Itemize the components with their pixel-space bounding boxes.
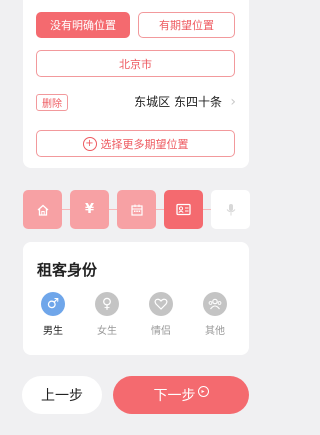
- has-expected-location-button[interactable]: 有期望位置: [138, 12, 235, 38]
- group-icon: [203, 292, 227, 316]
- step-identity[interactable]: [164, 190, 203, 229]
- city-selector[interactable]: 北京市: [36, 50, 235, 77]
- identity-title: 租客身份: [37, 261, 98, 279]
- no-specific-location-button[interactable]: 没有明确位置: [36, 12, 130, 38]
- identity-card: 租客身份 ♂ 男生 ♀ 女生 情侣 其他: [23, 242, 249, 355]
- add-more-label: 选择更多期望位置: [100, 137, 189, 151]
- address-text[interactable]: 东城区 东四十条: [134, 94, 222, 111]
- step-home[interactable]: [23, 190, 62, 229]
- next-step-button[interactable]: 下一步 ▸: [113, 376, 249, 414]
- prev-step-button[interactable]: 上一步: [22, 376, 102, 414]
- microphone-icon: [226, 203, 235, 215]
- add-more-location-button[interactable]: + 选择更多期望位置: [36, 130, 235, 157]
- address-row: 删除 东城区 东四十条 ›: [36, 94, 236, 112]
- identity-option-label: 其他: [205, 326, 225, 337]
- yen-icon: ¥: [84, 202, 95, 217]
- step-budget[interactable]: ¥: [70, 190, 109, 229]
- male-icon: ♂: [41, 292, 65, 316]
- calendar-icon: [130, 204, 143, 216]
- identity-option-male[interactable]: ♂ 男生: [33, 292, 73, 337]
- step-connector: [109, 209, 117, 210]
- identity-option-female[interactable]: ♀ 女生: [87, 292, 127, 337]
- step-date[interactable]: [117, 190, 156, 229]
- identity-option-label: 女生: [97, 326, 117, 337]
- chevron-right-icon[interactable]: ›: [230, 94, 236, 111]
- next-step-label: 下一步: [153, 388, 196, 404]
- identity-option-label: 男生: [43, 326, 63, 337]
- step-connector: [62, 209, 70, 210]
- identity-option-couple[interactable]: 情侣: [141, 292, 181, 337]
- step-voice[interactable]: [211, 190, 250, 229]
- step-connector: [156, 209, 164, 210]
- step-connector: [203, 209, 211, 210]
- female-icon: ♀: [95, 292, 119, 316]
- identity-option-label: 情侣: [151, 326, 171, 337]
- arrow-circle-icon: ▸: [197, 385, 209, 397]
- plus-circle-icon: +: [82, 136, 97, 151]
- couple-heart-icon: [149, 292, 173, 316]
- id-card-icon: [176, 203, 191, 216]
- home-icon: [37, 204, 48, 216]
- delete-button[interactable]: 删除: [36, 94, 68, 111]
- step-progress: ¥: [23, 190, 250, 230]
- location-card: 没有明确位置 有期望位置 北京市 删除 东城区 东四十条 › + 选择更多期望位…: [23, 0, 249, 168]
- identity-option-other[interactable]: 其他: [195, 292, 235, 337]
